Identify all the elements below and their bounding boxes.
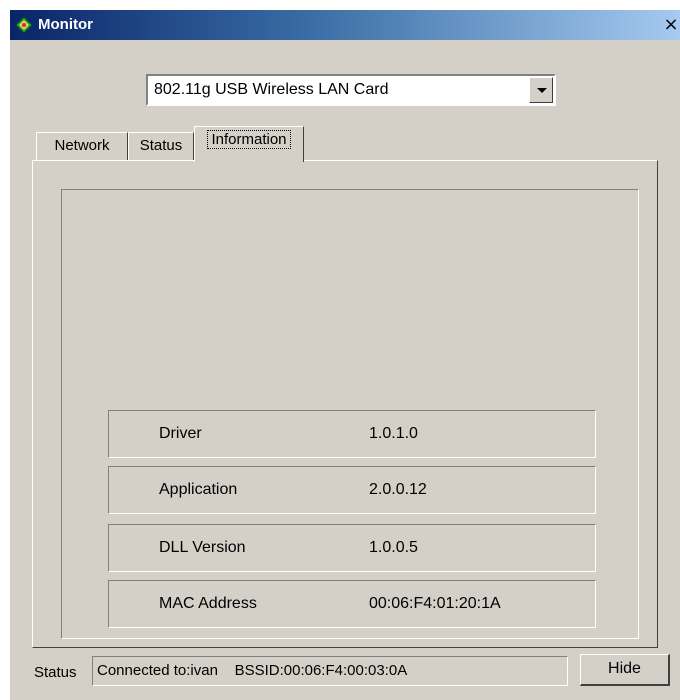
mac-address-label: MAC Address: [159, 595, 257, 612]
information-panel: Driver 1.0.1.0 Application 2.0.0.12 DLL …: [32, 160, 658, 648]
wireless-monitor-icon: [15, 16, 33, 34]
tab-status-label: Status: [139, 137, 183, 154]
title-bar[interactable]: Monitor ×: [10, 10, 680, 40]
tab-status[interactable]: Status: [128, 132, 194, 160]
chevron-down-icon[interactable]: [529, 77, 553, 103]
driver-label: Driver: [159, 425, 202, 442]
tab-network[interactable]: Network: [36, 132, 128, 160]
application-value: 2.0.0.12: [369, 481, 427, 498]
dll-version-value: 1.0.0.5: [369, 539, 418, 556]
close-icon[interactable]: ×: [662, 15, 680, 35]
status-label: Status: [34, 664, 77, 681]
application-label: Application: [159, 481, 238, 498]
hide-button[interactable]: Hide: [580, 654, 670, 686]
tab-information[interactable]: Information: [194, 126, 304, 162]
dll-version-label: DLL Version: [159, 539, 246, 556]
adapter-select[interactable]: 802.11g USB Wireless LAN Card: [146, 74, 556, 106]
info-row-mac-address: MAC Address 00:06:F4:01:20:1A: [108, 580, 596, 628]
tab-information-label: Information: [207, 130, 291, 149]
mac-address-value: 00:06:F4:01:20:1A: [369, 595, 501, 612]
info-row-application: Application 2.0.0.12: [108, 466, 596, 514]
monitor-window: Monitor × 802.11g USB Wireless LAN Card …: [10, 10, 680, 700]
info-row-driver: Driver 1.0.1.0: [108, 410, 596, 458]
adapter-selected-value: 802.11g USB Wireless LAN Card: [154, 81, 389, 98]
information-group: Driver 1.0.1.0 Application 2.0.0.12 DLL …: [61, 189, 639, 639]
window-title: Monitor: [38, 16, 93, 33]
driver-value: 1.0.1.0: [369, 425, 418, 442]
info-row-dll-version: DLL Version 1.0.0.5: [108, 524, 596, 572]
status-field: Connected to:ivan BSSID:00:06:F4:00:03:0…: [92, 656, 568, 686]
tab-network-label: Network: [54, 137, 110, 154]
